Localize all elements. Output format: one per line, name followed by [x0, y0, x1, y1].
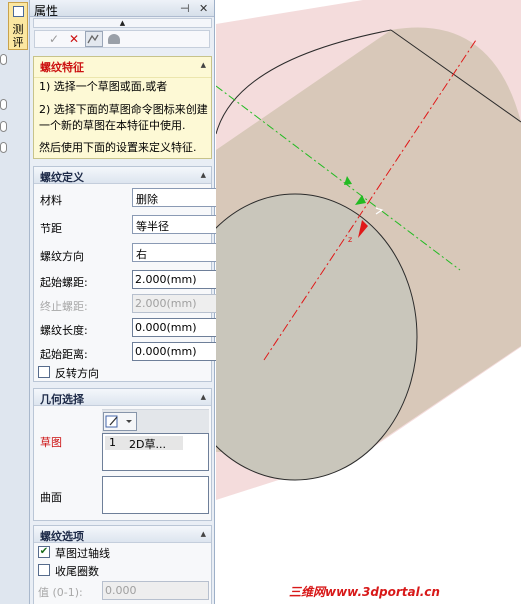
thread-options-section: 螺纹选项 ▲ ✔ 草图过轴线 收尾圈数 值 (0-1): 0.000 [33, 525, 212, 604]
thread-feature-info: 螺纹特征 ▲ 1) 选择一个草图或面,或者 2) 选择下面的草图命令图标来创建一个… [33, 56, 212, 159]
info-line-3: 然后使用下面的设置来定义特征. [39, 141, 197, 154]
value-label: 值 (0-1): [38, 586, 83, 599]
sketch-item-text: 2D草... [129, 438, 166, 451]
properties-panel: 属性 ⊣ ✕ ▲ ✓ ✕ 螺纹特征 ▲ 1) 选择一个草图或面,或者 2) 选择下… [30, 0, 240, 604]
surface-list[interactable] [102, 476, 209, 514]
strip-handle-icon[interactable] [0, 121, 7, 132]
end-pitch-label: 终止螺距: [40, 300, 88, 313]
axis-marker-z: z [348, 235, 352, 244]
start-distance-label: 起始距离: [40, 348, 88, 361]
geometry-section: 几何选择 ▲ 草图 1 2D草... 曲面 [33, 388, 212, 521]
3d-viewport[interactable]: z [216, 0, 521, 604]
material-label: 材料 [40, 194, 62, 207]
direction-value: 右 [136, 248, 147, 261]
strip-handle-icon[interactable] [0, 142, 7, 153]
info-title-text: 螺纹特征 [40, 61, 84, 74]
collapse-icon[interactable]: ▲ [201, 61, 206, 69]
sketch-tool-row [102, 409, 209, 433]
thread-definition-section: 螺纹定义▲ 材料 删除▼ 节距 等半径▼ 螺纹方向 右▼ 起始螺距: 2.000… [33, 166, 240, 382]
sketch-through-axis-label: 草图过轴线 [55, 547, 110, 560]
info-title[interactable]: 螺纹特征 ▲ [34, 57, 211, 78]
tab-evaluation-label: 测 评 [12, 23, 24, 49]
close-icon[interactable]: ✕ [199, 2, 208, 15]
info-line-1: 1) 选择一个草图或面,或者 [39, 80, 168, 93]
start-pitch-label: 起始螺距: [40, 276, 88, 289]
tail-turns-label: 收尾圈数 [55, 565, 99, 578]
sketch-edit-icon [105, 415, 132, 428]
thread-options-header[interactable]: 螺纹选项 ▲ [34, 526, 211, 543]
panel-title: 属性 [34, 4, 59, 18]
tail-turns-checkbox[interactable] [38, 564, 50, 576]
panel-titlebar: 属性 ⊣ ✕ [30, 0, 214, 18]
ok-button[interactable]: ✓ [49, 32, 59, 46]
geometry-header[interactable]: 几何选择 ▲ [34, 389, 211, 406]
side-tab-strip: 测 评 [0, 0, 30, 604]
watermark: 三维网www.3dportal.cn [289, 585, 440, 599]
pitch-value: 等半径 [136, 220, 169, 233]
preview-button[interactable] [85, 31, 103, 47]
create-sketch-button[interactable] [103, 412, 137, 431]
reverse-direction-label: 反转方向 [55, 367, 99, 380]
collapse-icon[interactable]: ▲ [201, 530, 206, 538]
reverse-direction-checkbox[interactable] [38, 366, 50, 378]
pitch-label: 节距 [40, 222, 62, 235]
sketch-label: 草图 [40, 436, 62, 449]
shape-icon[interactable] [108, 34, 120, 44]
value-field: 0.000 [102, 581, 209, 600]
cancel-button[interactable]: ✕ [69, 32, 79, 46]
collapse-icon[interactable]: ▲ [201, 171, 206, 179]
collapse-icon[interactable]: ▲ [201, 393, 206, 401]
pin-icon[interactable]: ⊣ [180, 2, 190, 15]
sketch-item-index: 1 [109, 436, 116, 449]
thread-options-title: 螺纹选项 [40, 530, 84, 543]
sketch-list[interactable]: 1 2D草... [102, 433, 209, 471]
preview-icon [87, 34, 99, 44]
strip-handle-icon[interactable] [0, 54, 7, 65]
thread-definition-title: 螺纹定义 [40, 171, 84, 184]
geometry-title: 几何选择 [40, 393, 84, 406]
command-toolbar: ✓ ✕ [34, 30, 210, 48]
strip-handle-icon[interactable] [0, 99, 7, 110]
scroll-up-button[interactable]: ▲ [33, 18, 212, 28]
sketch-list-item[interactable]: 1 2D草... [105, 436, 183, 451]
tab-evaluation[interactable]: 测 评 [8, 2, 28, 50]
surface-label: 曲面 [40, 491, 62, 504]
properties-icon [13, 6, 24, 17]
thread-definition-header[interactable]: 螺纹定义 ▲ [34, 167, 211, 184]
info-line-2: 2) 选择下面的草图命令图标来创建一个新的草图在本特征中使用. [39, 103, 208, 132]
length-label: 螺纹长度: [40, 324, 88, 337]
sketch-through-axis-checkbox[interactable]: ✔ [38, 546, 50, 558]
material-value: 删除 [136, 193, 158, 206]
cylinder-scene: z [216, 0, 521, 500]
direction-label: 螺纹方向 [40, 250, 84, 263]
